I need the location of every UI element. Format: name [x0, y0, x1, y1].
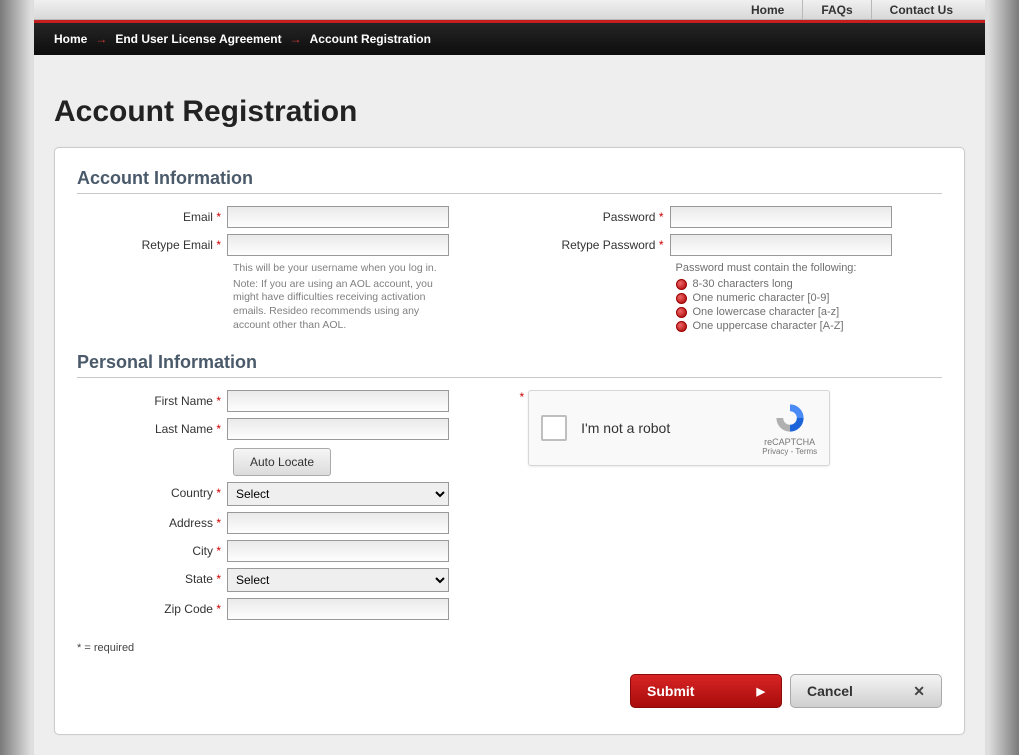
label-last-name: Last Name — [155, 422, 213, 436]
breadcrumb-current: Account Registration — [310, 32, 431, 46]
required-marker: * — [659, 210, 664, 224]
breadcrumb-eula[interactable]: End User License Agreement — [115, 32, 281, 46]
recaptcha-label: I'm not a robot — [581, 420, 748, 436]
state-select[interactable]: Select — [227, 568, 449, 592]
password-rule: 8-30 characters long — [676, 278, 943, 290]
required-marker: * — [659, 238, 664, 252]
retype-password-input[interactable] — [670, 234, 892, 256]
label-first-name: First Name — [154, 394, 213, 408]
status-dot-icon — [676, 321, 687, 332]
password-input[interactable] — [670, 206, 892, 228]
breadcrumb: Home → End User License Agreement → Acco… — [34, 23, 985, 55]
label-retype-password: Retype Password — [561, 238, 655, 252]
password-rule: One uppercase character [A-Z] — [676, 320, 943, 332]
hint-aol: Note: If you are using an AOL account, y… — [233, 278, 455, 333]
required-marker: * — [216, 572, 221, 586]
submit-label: Submit — [647, 683, 694, 699]
email-input[interactable] — [227, 206, 449, 228]
required-marker: * — [216, 210, 221, 224]
recaptcha-checkbox[interactable] — [541, 415, 567, 441]
chevron-right-icon: → — [95, 32, 107, 46]
auto-locate-button[interactable]: Auto Locate — [233, 448, 331, 476]
label-email: Email — [183, 210, 213, 224]
breadcrumb-home[interactable]: Home — [54, 32, 87, 46]
required-marker: * — [216, 238, 221, 252]
required-marker: * — [216, 422, 221, 436]
required-marker: * — [216, 516, 221, 530]
recaptcha-widget[interactable]: I'm not a robot reCAPTCHA Privacy - Term… — [528, 390, 830, 466]
submit-button[interactable]: Submit ▶ — [630, 674, 782, 708]
label-city: City — [192, 544, 213, 558]
label-country: Country — [171, 486, 213, 500]
city-input[interactable] — [227, 540, 449, 562]
page-title: Account Registration — [54, 95, 965, 129]
retype-email-input[interactable] — [227, 234, 449, 256]
arrow-right-icon: ▶ — [757, 685, 765, 698]
required-note: * = required — [77, 642, 942, 654]
close-icon: ✕ — [913, 683, 925, 700]
nav-faqs[interactable]: FAQs — [802, 0, 870, 19]
label-retype-email: Retype Email — [142, 238, 213, 252]
status-dot-icon — [676, 293, 687, 304]
required-marker: * — [216, 486, 221, 500]
required-marker: * — [216, 544, 221, 558]
nav-home[interactable]: Home — [733, 0, 802, 19]
zip-input[interactable] — [227, 598, 449, 620]
password-rule: One lowercase character [a-z] — [676, 306, 943, 318]
required-marker: * — [216, 602, 221, 616]
section-personal-title: Personal Information — [77, 352, 942, 378]
password-rules-title: Password must contain the following: — [676, 262, 943, 274]
registration-panel: Account Information Email * Retype Email… — [54, 147, 965, 735]
required-marker: * — [216, 394, 221, 408]
label-zip: Zip Code — [164, 602, 213, 616]
first-name-input[interactable] — [227, 390, 449, 412]
required-marker: * — [520, 390, 525, 404]
last-name-input[interactable] — [227, 418, 449, 440]
top-nav: Home FAQs Contact Us — [34, 0, 985, 20]
recaptcha-brand: reCAPTCHA — [762, 437, 817, 447]
recaptcha-logo-icon — [762, 401, 817, 435]
cancel-button[interactable]: Cancel ✕ — [790, 674, 942, 708]
section-account-title: Account Information — [77, 168, 942, 194]
status-dot-icon — [676, 279, 687, 290]
cancel-label: Cancel — [807, 683, 853, 699]
country-select[interactable]: Select — [227, 482, 449, 506]
status-dot-icon — [676, 307, 687, 318]
chevron-right-icon: → — [290, 32, 302, 46]
hint-username: This will be your username when you log … — [233, 262, 455, 276]
label-password: Password — [603, 210, 656, 224]
address-input[interactable] — [227, 512, 449, 534]
recaptcha-links[interactable]: Privacy - Terms — [762, 447, 817, 456]
nav-contact[interactable]: Contact Us — [871, 0, 971, 19]
label-state: State — [185, 572, 213, 586]
password-rule: One numeric character [0-9] — [676, 292, 943, 304]
label-address: Address — [169, 516, 213, 530]
